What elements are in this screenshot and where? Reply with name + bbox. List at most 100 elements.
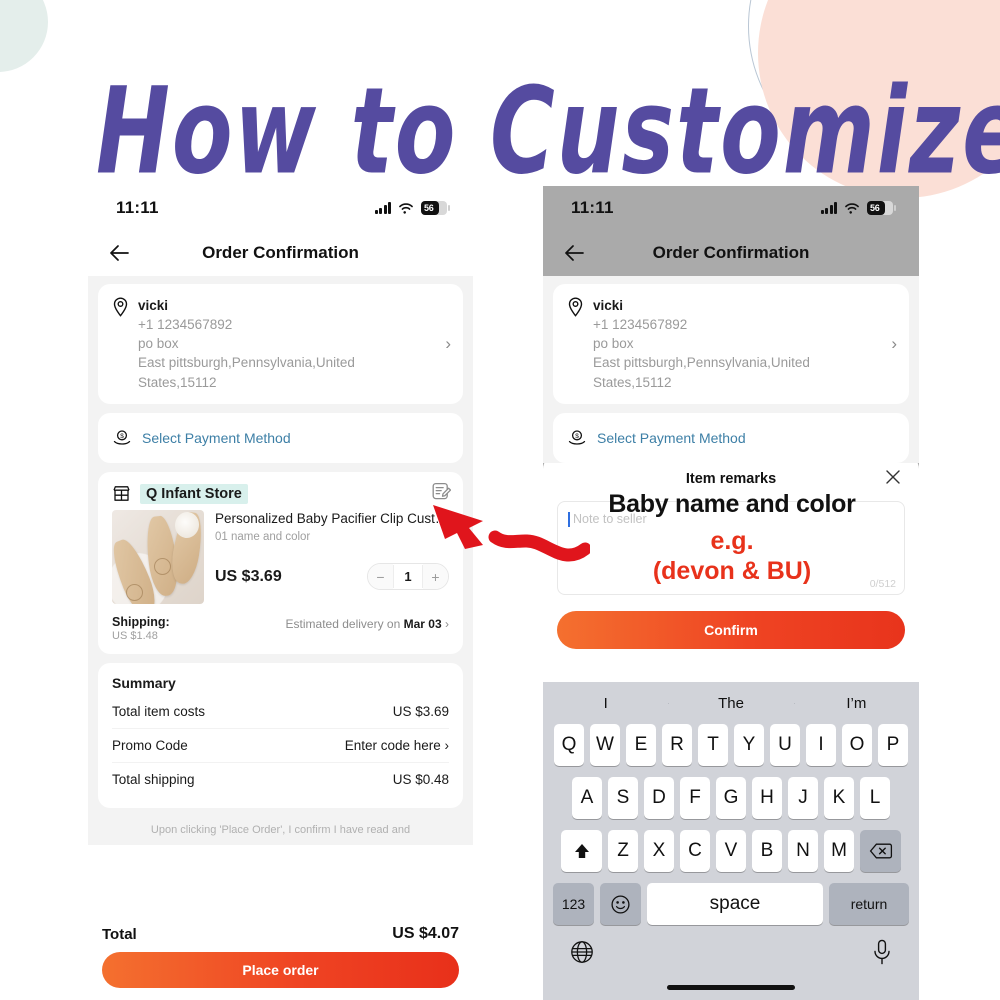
payment-method-label: Select Payment Method	[142, 429, 291, 446]
ios-keyboard: I The I’m Q W E R T Y U I O P A S D F G …	[543, 682, 919, 1000]
delivery-estimate-prefix: Estimated delivery on	[285, 616, 401, 631]
red-wavy-arrow	[425, 497, 592, 567]
shipping-cost: US $1.48	[112, 629, 158, 642]
key-s[interactable]: S	[608, 777, 638, 819]
back-arrow-icon[interactable]	[563, 242, 585, 264]
key-x[interactable]: X	[644, 830, 674, 872]
key-t[interactable]: T	[698, 724, 728, 766]
key-p[interactable]: P	[878, 724, 908, 766]
key-o[interactable]: O	[842, 724, 872, 766]
store-name: Q Infant Store	[140, 483, 248, 504]
chevron-right-icon[interactable]: ›	[891, 334, 897, 354]
storefront-icon	[113, 486, 130, 502]
cellular-signal-icon	[374, 202, 391, 214]
key-l[interactable]: L	[860, 777, 890, 819]
globe-icon[interactable]	[569, 939, 595, 970]
key-h[interactable]: H	[752, 777, 782, 819]
quantity-increase-button[interactable]: +	[423, 564, 448, 590]
decorative-mint-circle	[0, 0, 48, 72]
back-arrow-icon[interactable]	[108, 242, 130, 264]
space-key[interactable]: space	[647, 883, 823, 925]
key-c[interactable]: C	[680, 830, 710, 872]
summary-row: Total shipping US $0.48	[112, 761, 449, 796]
battery-icon: 56	[421, 201, 450, 215]
nav-bar: Order Confirmation	[543, 230, 919, 276]
place-order-button[interactable]: Place order	[102, 952, 459, 988]
total-label: Total	[102, 925, 137, 943]
key-b[interactable]: B	[752, 830, 782, 872]
wifi-icon	[845, 203, 859, 214]
close-x-icon[interactable]	[883, 467, 903, 487]
store-row[interactable]: Q Infant Store	[112, 482, 452, 504]
svg-text:$: $	[575, 433, 579, 440]
address-name: vicki	[593, 298, 624, 313]
address-line-2: East pittsburgh,Pennsylvania,United	[593, 355, 810, 371]
annotation-example-value: (devon & BU)	[652, 557, 812, 585]
product-card: Q Infant Store Personalized Baby Pacifie…	[98, 471, 463, 654]
backspace-icon[interactable]	[860, 830, 901, 872]
suggestion-chip[interactable]: I	[543, 695, 668, 712]
total-value: US $4.07	[392, 925, 459, 942]
key-g[interactable]: G	[716, 777, 746, 819]
product-row[interactable]: Personalized Baby Pacifier Clip Custo… 0…	[112, 509, 449, 604]
address-phone: +1 1234567892	[593, 317, 688, 333]
key-k[interactable]: K	[824, 777, 854, 819]
key-y[interactable]: Y	[734, 724, 764, 766]
checkout-scroll-area: vicki +1 1234567892 po box East pittsbur…	[543, 276, 919, 463]
key-e[interactable]: E	[626, 724, 656, 766]
order-disclaimer: Upon clicking 'Place Order', I confirm I…	[150, 823, 411, 836]
battery-icon: 56	[867, 201, 896, 215]
key-f[interactable]: F	[680, 777, 710, 819]
key-n[interactable]: N	[788, 830, 818, 872]
summary-row-label: Promo Code	[112, 737, 188, 753]
key-d[interactable]: D	[644, 777, 674, 819]
svg-text:$: $	[120, 433, 124, 440]
confirm-button[interactable]: Confirm	[557, 611, 905, 649]
keyboard-row-3: Z X C V B N M	[543, 830, 919, 872]
keyboard-row-2: A S D F G H J K L	[543, 777, 919, 819]
key-j[interactable]: J	[788, 777, 818, 819]
left-phone-body: 11:11 56 Order Confirmation vicki +1 123…	[88, 186, 473, 1000]
product-title: Personalized Baby Pacifier Clip Custo…	[215, 510, 449, 526]
checkout-footer: Total US $4.07 Place order	[88, 917, 473, 1000]
numbers-key[interactable]: 123	[553, 883, 594, 925]
key-q[interactable]: Q	[554, 724, 584, 766]
address-line-3: States,15112	[138, 374, 217, 390]
battery-level: 56	[424, 203, 434, 213]
suggestion-chip[interactable]: The	[668, 695, 793, 712]
keyboard-suggestions: I The I’m	[543, 682, 919, 724]
location-pin-icon	[568, 297, 583, 317]
payment-method-card[interactable]: $ Select Payment Method	[98, 412, 463, 463]
suggestion-chip[interactable]: I’m	[793, 695, 919, 712]
key-i[interactable]: I	[806, 724, 836, 766]
key-a[interactable]: A	[572, 777, 602, 819]
quantity-value: 1	[393, 565, 423, 589]
quantity-stepper[interactable]: − 1 +	[367, 563, 449, 591]
page-header-title: Order Confirmation	[652, 243, 810, 262]
emoji-smiley-icon[interactable]	[600, 883, 641, 925]
address-card[interactable]: vicki +1 1234567892 po box East pittsbur…	[98, 284, 463, 404]
address-phone: +1 1234567892	[138, 317, 233, 333]
annotation-example-label: e.g.	[710, 527, 754, 555]
quantity-decrease-button[interactable]: −	[368, 564, 393, 590]
battery-level: 56	[870, 203, 880, 213]
microphone-icon[interactable]	[871, 938, 893, 971]
key-w[interactable]: W	[590, 724, 620, 766]
key-m[interactable]: M	[824, 830, 854, 872]
shipping-row[interactable]: Shipping: US $1.48 Estimated delivery on…	[112, 615, 449, 642]
summary-card: Summary Total item costs US $3.69 Promo …	[98, 662, 463, 808]
chevron-right-icon[interactable]: ›	[445, 334, 451, 354]
delivery-estimate[interactable]: Estimated delivery on Mar 03 ›	[286, 615, 449, 631]
modal-title: Item remarks	[685, 471, 777, 487]
key-v[interactable]: V	[716, 830, 746, 872]
left-phone-screen: 11:11 56 Order Confirmation vicki +1 123…	[88, 186, 473, 1000]
return-key[interactable]: return	[829, 883, 909, 925]
payment-method-card[interactable]: $ Select Payment Method	[553, 412, 909, 463]
address-card[interactable]: vicki +1 1234567892 po box East pittsbur…	[553, 284, 909, 404]
summary-row[interactable]: Promo Code Enter code here ›	[112, 727, 449, 762]
shift-arrow-icon[interactable]	[561, 830, 602, 872]
key-z[interactable]: Z	[608, 830, 638, 872]
key-r[interactable]: R	[662, 724, 692, 766]
promo-code-entry[interactable]: Enter code here ›	[345, 738, 449, 753]
key-u[interactable]: U	[770, 724, 800, 766]
